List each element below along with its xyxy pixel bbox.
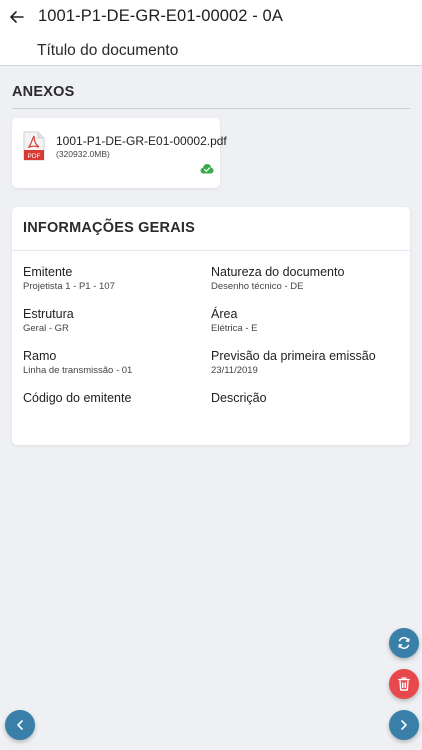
- field-label: Descrição: [211, 391, 267, 405]
- attachments-section-header: ANEXOS: [12, 83, 410, 109]
- field-label: Estrutura: [23, 307, 74, 321]
- previous-button[interactable]: [5, 710, 35, 740]
- field-label: Emitente: [23, 265, 73, 279]
- attachment-file-size: (320932.0MB): [56, 149, 110, 159]
- general-info-title: INFORMAÇÕES GERAIS: [23, 220, 195, 236]
- pdf-icon: PDF: [23, 131, 45, 161]
- delete-button[interactable]: [389, 669, 419, 699]
- field-label: Ramo: [23, 349, 57, 363]
- next-button[interactable]: [389, 710, 419, 740]
- field-ramo: Ramo Linha de transmissão - 01: [23, 349, 208, 376]
- field-label: Área: [211, 307, 238, 321]
- refresh-button[interactable]: [389, 628, 419, 658]
- document-code: 1001-P1-DE-GR-E01-00002 - 0A: [38, 7, 283, 25]
- field-value: Geral - GR: [23, 323, 69, 334]
- field-label: Natureza do documento: [211, 265, 345, 279]
- field-label: Código do emitente: [23, 391, 132, 405]
- chevron-right-icon: [401, 720, 407, 730]
- document-title: Título do documento: [37, 42, 179, 59]
- back-button[interactable]: [6, 6, 28, 28]
- field-estrutura: Estrutura Geral - GR: [23, 307, 208, 334]
- refresh-icon: [398, 637, 410, 649]
- arrow-left-icon: [10, 11, 24, 23]
- attachment-card[interactable]: PDF 1001-P1-DE-GR-E01-00002.pdf (320932.…: [12, 118, 227, 188]
- cloud-check-icon: [200, 164, 214, 174]
- field-codigo-emitente: Código do emitente: [23, 391, 208, 407]
- field-emitente: Emitente Projetista 1 - P1 - 107: [23, 265, 208, 292]
- svg-text:PDF: PDF: [28, 153, 41, 160]
- field-value: Elétrica - E: [211, 323, 258, 334]
- field-value: Linha de transmissão - 01: [23, 365, 133, 376]
- attachment-file-name: 1001-P1-DE-GR-E01-00002.pdf: [56, 134, 227, 148]
- divider: [12, 250, 410, 251]
- field-previsao: Previsão da primeira emissão 23/11/2019: [211, 349, 396, 376]
- trash-icon: [398, 677, 410, 691]
- attachments-title: ANEXOS: [12, 84, 75, 100]
- field-value: Projetista 1 - P1 - 107: [23, 281, 115, 292]
- app-bar: 1001-P1-DE-GR-E01-00002 - 0A Título do d…: [0, 0, 422, 66]
- field-area: Área Elétrica - E: [211, 307, 396, 334]
- general-info-card: INFORMAÇÕES GERAIS Emitente Projetista 1…: [12, 207, 410, 445]
- field-value: 23/11/2019: [211, 365, 258, 376]
- chevron-left-icon: [17, 720, 23, 730]
- field-label: Previsão da primeira emissão: [211, 349, 376, 363]
- field-value: Desenho técnico - DE: [211, 281, 304, 292]
- field-natureza: Natureza do documento Desenho técnico - …: [211, 265, 396, 292]
- field-descricao: Descrição: [211, 391, 396, 407]
